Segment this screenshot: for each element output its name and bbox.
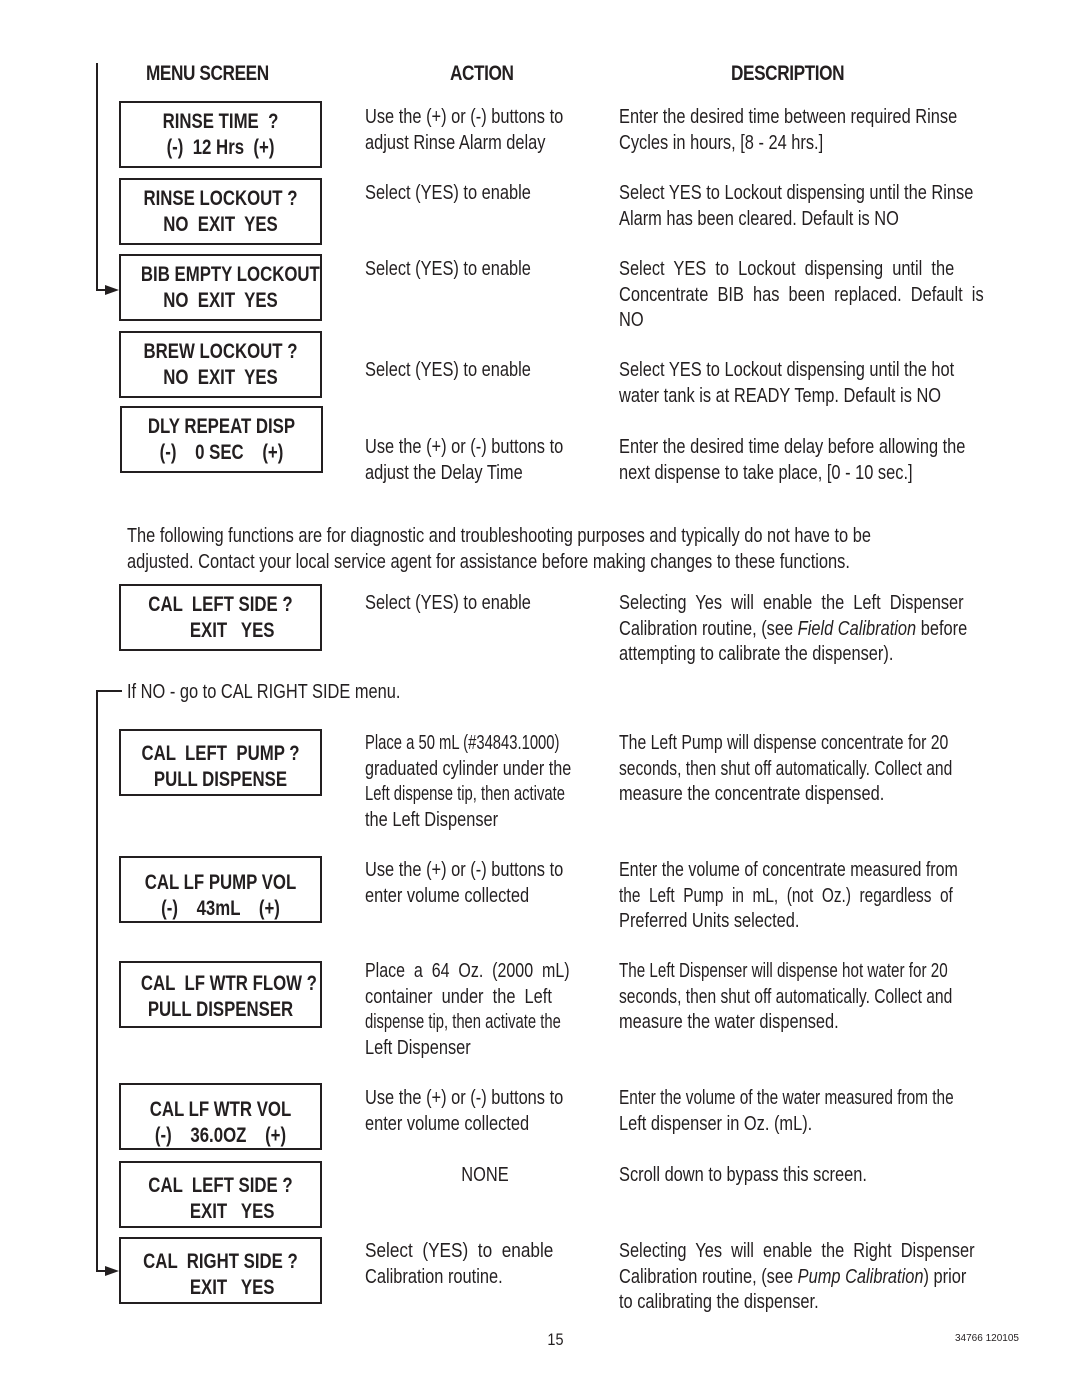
action-cal-lf-wtr-vol: Use the (+) or (-) buttons to enter volu… — [365, 1087, 564, 1135]
action-cal-lf-wtr-flow: Place a 64 Oz. (2000 mL) container under… — [365, 960, 570, 1059]
header-menu-screen: MENU SCREEN — [146, 62, 269, 85]
description-brew-lockout: Select YES to Lockout dispensing until t… — [619, 359, 955, 407]
description-cal-left-pump: The Left Pump will dispense concentrate … — [619, 732, 953, 805]
action-brew-lockout: Select (YES) to enable — [365, 359, 531, 381]
action-cal-left-side: Select (YES) to enable — [365, 592, 531, 614]
if-no-note: If NO - go to CAL RIGHT SIDE menu. — [127, 681, 401, 703]
description-dly-repeat-disp: Enter the desired time delay before allo… — [619, 436, 966, 484]
description-bib-empty-lockout: Select YES to Lockout dispensing until t… — [619, 258, 984, 331]
menu-screen-rinse-time: RINSE TIME ? (-) 12 Hrs (+) — [119, 101, 322, 168]
menu-screen-cal-lf-wtr-flow: CAL LF WTR FLOW ? PULL DISPENSER — [119, 961, 322, 1028]
action-cal-left-side-bypass: NONE — [461, 1164, 509, 1186]
header-action: ACTION — [450, 62, 514, 85]
menu-screen-cal-lf-pump-vol: CAL LF PUMP VOL (-) 43mL (+) — [119, 856, 322, 923]
action-rinse-lockout: Select (YES) to enable — [365, 182, 531, 204]
description-rinse-time: Enter the desired time between required … — [619, 106, 958, 154]
page-number: 15 — [547, 1330, 564, 1349]
menu-screen-cal-left-pump: CAL LEFT PUMP ? PULL DISPENSE — [119, 729, 322, 796]
flow-arrow-icon — [105, 1266, 119, 1276]
menu-screen-cal-lf-wtr-vol: CAL LF WTR VOL (-) 36.0OZ (+) — [119, 1083, 322, 1150]
menu-screen-cal-left-side-bypass: CAL LEFT SIDE ? EXIT YES — [119, 1161, 322, 1228]
flow-arrow-icon — [105, 285, 119, 295]
action-dly-repeat-disp: Use the (+) or (-) buttons to adjust the… — [365, 436, 564, 484]
menu-screen-bib-empty-lockout: BIB EMPTY LOCKOUT NO EXIT YES — [119, 254, 322, 321]
header-description: DESCRIPTION — [731, 62, 845, 85]
description-cal-left-side-bypass: Scroll down to bypass this screen. — [619, 1164, 867, 1186]
menu-screen-rinse-lockout: RINSE LOCKOUT ? NO EXIT YES — [119, 178, 322, 245]
action-bib-empty-lockout: Select (YES) to enable — [365, 258, 531, 280]
action-rinse-time: Use the (+) or (-) buttons to adjust Rin… — [365, 106, 564, 154]
description-cal-right-side: Selecting Yes will enable the Right Disp… — [619, 1240, 975, 1313]
action-cal-lf-pump-vol: Use the (+) or (-) buttons to enter volu… — [365, 859, 564, 907]
menu-screen-cal-right-side: CAL RIGHT SIDE ? EXIT YES — [119, 1237, 322, 1304]
description-cal-lf-pump-vol: Enter the volume of concentrate measured… — [619, 859, 958, 932]
description-cal-left-side: Selecting Yes will enable the Left Dispe… — [619, 592, 968, 665]
diagnostic-note: The following functions are for diagnost… — [127, 525, 871, 573]
flow-connector-line — [96, 690, 122, 692]
description-cal-lf-wtr-vol: Enter the volume of the water measured f… — [619, 1087, 954, 1135]
action-cal-left-pump: Place a 50 mL (#34843.1000) graduated cy… — [365, 732, 572, 831]
menu-screen-cal-left-side: CAL LEFT SIDE ? EXIT YES — [119, 584, 322, 651]
flow-connector-line — [96, 63, 98, 291]
document-number: 34766 120105 — [955, 1333, 1019, 1344]
menu-screen-dly-repeat-disp: DLY REPEAT DISP (-) 0 SEC (+) — [120, 406, 323, 473]
description-rinse-lockout: Select YES to Lockout dispensing until t… — [619, 182, 974, 230]
flow-connector-line — [96, 690, 98, 1272]
menu-screen-brew-lockout: BREW LOCKOUT ? NO EXIT YES — [119, 331, 322, 398]
action-cal-right-side: Select (YES) to enable Calibration routi… — [365, 1240, 554, 1288]
description-cal-lf-wtr-flow: The Left Dispenser will dispense hot wat… — [619, 960, 953, 1033]
